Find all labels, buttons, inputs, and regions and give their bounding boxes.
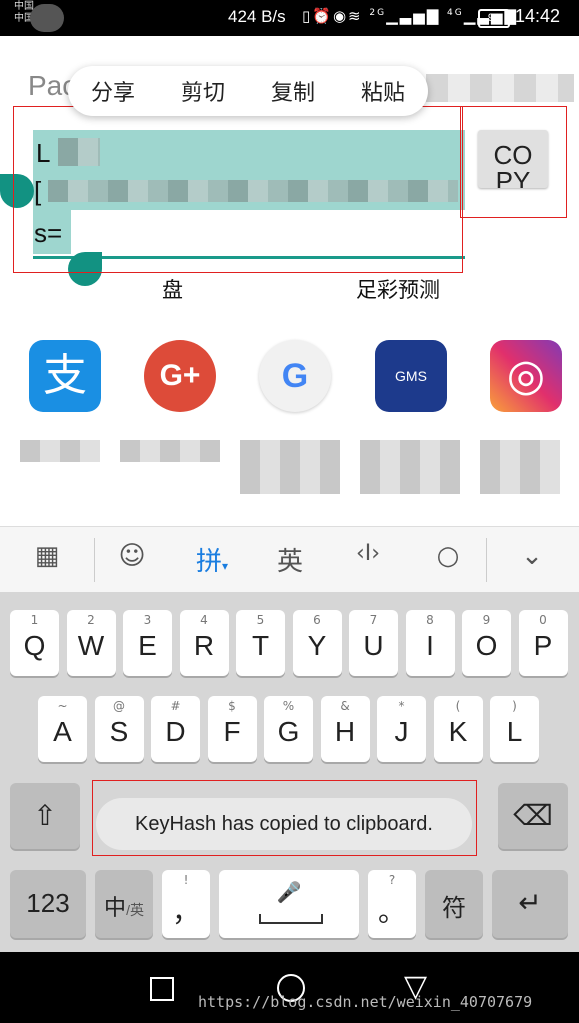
- space-key[interactable]: 🎤: [219, 870, 359, 938]
- key-a[interactable]: ~ A: [38, 696, 87, 762]
- status-bar: 中国 中国 424 B/s ▯⏰◉≋ 2G▁▃▅▇ 4G▁▃▅▇ 91 14:42: [0, 0, 579, 36]
- highlight-box-text: [13, 106, 463, 273]
- space-bar-icon: [259, 914, 323, 924]
- key-d[interactable]: # D: [151, 696, 200, 762]
- key-i[interactable]: 8I: [405, 610, 455, 676]
- language-key[interactable]: 中/英: [95, 870, 153, 938]
- text-context-menu: 分享 剪切 复制 粘贴: [68, 66, 428, 116]
- symbol-key[interactable]: 符: [425, 870, 483, 938]
- blurred-notification-icon: [30, 4, 64, 32]
- menu-cut[interactable]: 剪切: [181, 75, 225, 107]
- highlight-box-copy: [460, 106, 567, 218]
- alarm-icon: ⏰: [312, 7, 333, 25]
- watermark: https://blog.csdn.net/weixin_40707679: [198, 993, 533, 1011]
- toolbar-divider: [486, 538, 487, 582]
- key-h[interactable]: & H: [320, 696, 370, 762]
- shift-icon: ⇧: [33, 800, 57, 831]
- backspace-icon: ⌫: [513, 800, 553, 831]
- wifi-icon: ≋: [348, 7, 363, 25]
- key-k[interactable]: (K: [433, 696, 483, 762]
- navigation-bar: ▽: [0, 952, 579, 1023]
- key-j[interactable]: * J: [377, 696, 426, 762]
- key-e[interactable]: 3E: [123, 610, 172, 676]
- enter-key[interactable]: ↵: [492, 870, 568, 938]
- signal-4g-label: 4G: [447, 8, 464, 18]
- key-f[interactable]: $ F: [207, 696, 257, 762]
- blurred-app-label: [480, 440, 560, 494]
- google-go-icon[interactable]: G: [259, 340, 331, 412]
- menu-copy[interactable]: 复制: [271, 75, 315, 107]
- blurred-app-label: [120, 440, 220, 462]
- menu-share[interactable]: 分享: [91, 75, 135, 107]
- blurred-app-label: [240, 440, 340, 494]
- key-g[interactable]: % G: [264, 696, 313, 762]
- collapse-icon[interactable]: ⌄: [512, 541, 552, 571]
- recent-apps-icon[interactable]: [150, 977, 174, 1001]
- mic-icon: 🎤: [276, 882, 302, 904]
- key-w[interactable]: 2W: [66, 610, 116, 676]
- battery-icon: 91: [478, 9, 510, 28]
- shift-key[interactable]: ⇧: [10, 783, 80, 849]
- menu-paste[interactable]: 粘贴: [361, 75, 405, 107]
- enter-icon: ↵: [518, 887, 542, 918]
- key-y[interactable]: 6Y: [292, 610, 342, 676]
- gms-icon[interactable]: GMS: [375, 340, 447, 412]
- backspace-key[interactable]: ⌫: [498, 783, 568, 849]
- period-key[interactable]: ? 。: [368, 870, 416, 938]
- key-t[interactable]: 5T: [236, 610, 285, 676]
- network-speed: 424 B/s: [228, 7, 286, 26]
- instagram-icon[interactable]: ◎: [490, 340, 562, 412]
- cursor-icon[interactable]: ‹I›: [348, 541, 388, 566]
- key-u[interactable]: 7U: [349, 610, 398, 676]
- grid-icon[interactable]: ▦: [27, 541, 67, 571]
- vibrate-icon: ▯: [302, 7, 313, 25]
- comma-key[interactable]: ! ，: [162, 870, 210, 938]
- search-icon[interactable]: ○: [428, 541, 468, 571]
- emoji-icon[interactable]: ☺: [112, 541, 152, 571]
- signal-icon: ▁▃▅▇: [386, 7, 441, 25]
- key-r[interactable]: 4R: [179, 610, 229, 676]
- key-o[interactable]: 9O: [462, 610, 511, 676]
- google-plus-icon[interactable]: G+: [144, 340, 216, 412]
- key-l[interactable]: ) L: [490, 696, 539, 762]
- toolbar-divider: [94, 538, 95, 582]
- signal-2g-label: 2G: [369, 8, 387, 18]
- eye-icon: ◉: [332, 7, 349, 25]
- clock: 14:42: [515, 6, 561, 26]
- english-mode[interactable]: 英: [270, 541, 310, 578]
- key-p[interactable]: 0P: [518, 610, 568, 676]
- alipay-icon[interactable]: 支: [29, 340, 101, 412]
- blurred-header-text: [426, 74, 574, 102]
- label-lottery: 足彩预测: [356, 278, 440, 302]
- blurred-app-label: [360, 440, 460, 494]
- numbers-key[interactable]: 123: [10, 870, 86, 938]
- blurred-app-label: [20, 440, 100, 462]
- label-pan: 盘: [162, 278, 183, 302]
- key-s[interactable]: @ S: [94, 696, 144, 762]
- ime-toolbar: ▦ ☺ 拼▾ 英 ‹I› ○ ⌄: [0, 526, 579, 593]
- key-q[interactable]: 1Q: [10, 610, 59, 676]
- pinyin-mode[interactable]: 拼▾: [192, 541, 232, 578]
- highlight-box-toast: [92, 780, 477, 856]
